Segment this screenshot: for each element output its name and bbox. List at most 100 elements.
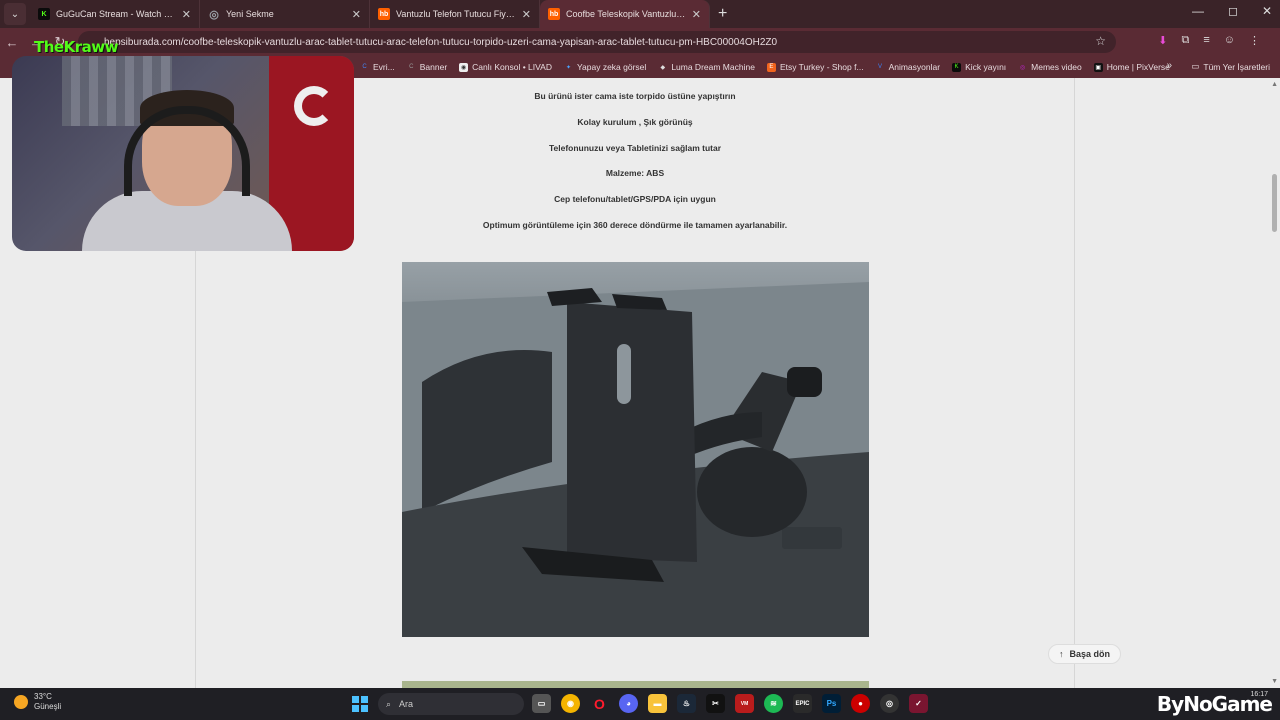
bookmark-icon: ◉ [459, 62, 469, 72]
spotify-icon[interactable]: ≋ [764, 694, 783, 713]
menu-icon[interactable]: ⋮ [1249, 34, 1260, 47]
page-scrollbar-thumb[interactable] [1272, 174, 1277, 232]
bookmark-icon: ▣ [1093, 62, 1103, 72]
bookmark-label: Memes video [1031, 62, 1082, 72]
tab-list-icon[interactable]: ≡ [1203, 34, 1209, 47]
chrome-favicon-icon: ◎ [209, 8, 219, 21]
record-icon[interactable]: ● [851, 694, 870, 713]
weather-widget[interactable]: 33°C Güneşli [14, 692, 61, 712]
bookmark-item[interactable]: E Etsy Turkey - Shop f... [766, 62, 864, 72]
bookmark-label: Evri... [373, 62, 395, 72]
new-tab-icon[interactable]: + [718, 5, 727, 23]
bookmark-icon: K [952, 62, 962, 72]
voicemeeter-icon[interactable]: VM [735, 694, 754, 713]
kick-favicon-icon: K [38, 8, 50, 20]
tab-4-active[interactable]: hb Coofbe Teleskopik Vantuzlu Ara ✕ [540, 0, 710, 28]
steam-icon[interactable]: ♨ [677, 694, 696, 713]
sun-icon [14, 695, 28, 709]
back-to-top-button[interactable]: ↑ Başa dön [1048, 644, 1122, 664]
bookmark-label: Animasyonlar [888, 62, 941, 72]
bookmark-item[interactable]: ▣ Home | PixVerse [1093, 62, 1170, 72]
bookmark-label: Luma Dream Machine [671, 62, 755, 72]
bookmark-item[interactable]: V Animasyonlar [876, 62, 941, 72]
description-line: Telefonunuzu veya Tabletinizi sağlam tut… [548, 143, 722, 153]
search-icon: ⌕ [386, 698, 392, 709]
pinned-apps: ▭ ◉ O ◕ ▬ ♨ ✂ VM ≋ EPIC Ps ● ◎ ✓ [532, 694, 928, 713]
url-text: hepsiburada.com/coofbe-teleskopik-vantuz… [104, 36, 778, 48]
bynogame-logo: ByNoGame [1156, 692, 1273, 716]
obs-icon[interactable]: ◎ [880, 694, 899, 713]
bookmark-icon: E [766, 62, 776, 72]
description-line: Kolay kurulum , Şık görünüş [577, 117, 693, 127]
scroll-down-icon[interactable]: ▼ [1271, 678, 1278, 685]
extensions-icon[interactable]: ⧉ [1181, 34, 1189, 47]
description-line: Optimum görüntüleme için 360 derece dönd… [482, 220, 788, 230]
bookmark-item[interactable]: C Evri... [360, 62, 395, 72]
bookmark-label: Canlı Konsol • LIVAD [472, 62, 552, 72]
profile-icon[interactable]: ☺ [1224, 34, 1235, 47]
bookmark-icon: ◎ [1020, 64, 1026, 71]
photoshop-icon[interactable]: Ps [822, 694, 841, 713]
tab-title: GuGuCan Stream - Watch Live o [56, 9, 176, 19]
tab-3[interactable]: hb Vantuzlu Telefon Tutucu Fiyatla ✕ [370, 0, 540, 28]
minimize-icon[interactable]: — [1192, 4, 1204, 18]
tab-1[interactable]: K GuGuCan Stream - Watch Live o ✕ [30, 0, 200, 28]
bookmark-icon: ◆ [660, 64, 666, 71]
back-to-top-label: Başa dön [1069, 649, 1111, 659]
folder-icon: ▭ [1191, 61, 1200, 71]
download-icon[interactable]: ⬇ [1158, 34, 1167, 47]
streamer-logo: TheKraww [34, 38, 118, 56]
close-tab-icon[interactable]: ✕ [522, 8, 531, 21]
tab-2[interactable]: ◎ Yeni Sekme ✕ [200, 0, 370, 28]
close-tab-icon[interactable]: ✕ [352, 8, 361, 21]
chrome-icon[interactable]: ◉ [561, 694, 580, 713]
tab-title: Yeni Sekme [226, 9, 274, 19]
search-label: Ara [399, 699, 414, 709]
crescent-icon [294, 86, 334, 126]
close-tab-icon[interactable]: ✕ [692, 8, 701, 21]
arrow-up-icon: ↑ [1059, 649, 1064, 659]
start-icon[interactable] [352, 696, 368, 712]
second-product-image [402, 681, 869, 688]
app-icon[interactable]: ✓ [909, 694, 928, 713]
address-bar[interactable]: hepsiburada.com/coofbe-teleskopik-vantuz… [78, 31, 1116, 53]
taskbar-search[interactable]: ⌕ Ara [378, 693, 524, 715]
weather-desc: Güneşli [34, 702, 62, 711]
bookmark-item[interactable]: ◎ Memes video [1018, 62, 1082, 72]
weather-temp: 33°C [34, 692, 52, 701]
opera-icon[interactable]: O [590, 694, 609, 713]
bookmark-label: Etsy Turkey - Shop f... [779, 62, 864, 72]
hepsiburada-favicon-icon: hb [548, 8, 560, 20]
all-bookmarks[interactable]: ▭ Tüm Yer İşaretleri [1191, 61, 1270, 72]
scroll-up-icon[interactable]: ▲ [1271, 81, 1278, 88]
bookmark-icon: C [409, 64, 414, 70]
hepsiburada-favicon-icon: hb [378, 8, 390, 20]
tab-search-icon[interactable]: ⌄ [4, 3, 26, 25]
capcut-icon[interactable]: ✂ [706, 694, 725, 713]
task-view-icon[interactable]: ▭ [532, 694, 551, 713]
bookmark-label: Kick yayını [965, 62, 1007, 72]
more-bookmarks-icon[interactable]: » [1166, 60, 1172, 71]
bookmark-star-icon[interactable]: ☆ [1095, 34, 1106, 48]
bookmark-label: Banner [419, 62, 448, 72]
bookmark-item[interactable]: C Banner [407, 62, 447, 72]
all-bookmarks-label: Tüm Yer İşaretleri [1203, 61, 1270, 72]
close-window-icon[interactable]: ✕ [1262, 4, 1272, 18]
description-line: Malzeme: ABS [605, 168, 665, 178]
bookmark-label: Home | PixVerse [1106, 62, 1170, 72]
browser-toolbar: ← → ↻ hepsiburada.com/coofbe-teleskopik-… [0, 28, 1280, 56]
bookmark-label: Yapay zeka görsel [577, 62, 647, 72]
content-border-right [1074, 78, 1075, 688]
back-icon[interactable]: ← [0, 35, 24, 50]
window-controls: — ◻ ✕ [1192, 4, 1272, 18]
tab-title: Vantuzlu Telefon Tutucu Fiyatla [396, 9, 516, 19]
discord-icon[interactable]: ◕ [619, 694, 638, 713]
close-tab-icon[interactable]: ✕ [182, 8, 191, 21]
bookmark-item[interactable]: ◉ Canlı Konsol • LIVAD [459, 62, 552, 72]
epic-games-icon[interactable]: EPIC [793, 694, 812, 713]
file-explorer-icon[interactable]: ▬ [648, 694, 667, 713]
maximize-icon[interactable]: ◻ [1228, 4, 1238, 18]
bookmark-item[interactable]: K Kick yayını [952, 62, 1006, 72]
bookmark-item[interactable]: ✦ Yapay zeka görsel [564, 62, 646, 72]
bookmark-item[interactable]: ◆ Luma Dream Machine [658, 62, 755, 72]
